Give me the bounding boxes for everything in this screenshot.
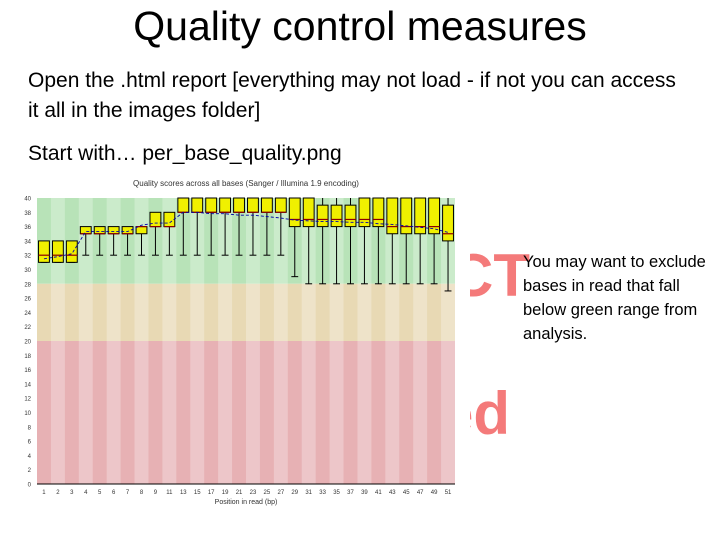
x-tick-label: 43 bbox=[389, 490, 396, 496]
x-tick-label: 45 bbox=[403, 490, 410, 496]
x-tick-label: 25 bbox=[264, 490, 271, 496]
box bbox=[65, 240, 78, 263]
box bbox=[414, 197, 427, 235]
box bbox=[247, 197, 259, 213]
x-tick-label: 19 bbox=[222, 490, 229, 496]
x-tick-label: 29 bbox=[291, 490, 298, 496]
box bbox=[93, 226, 106, 235]
x-tick-label: 39 bbox=[361, 490, 368, 496]
y-tick-label: 18 bbox=[24, 354, 31, 360]
slide-title: Quality control measures bbox=[133, 3, 587, 49]
y-tick-label: 12 bbox=[24, 397, 31, 403]
x-tick-label: 41 bbox=[375, 490, 382, 496]
box bbox=[288, 197, 301, 228]
y-tick-label: 36 bbox=[24, 225, 31, 231]
y-tick-label: 14 bbox=[24, 382, 31, 388]
x-tick-label: 35 bbox=[333, 490, 340, 496]
box bbox=[219, 197, 232, 213]
box bbox=[372, 197, 385, 228]
box bbox=[51, 240, 64, 263]
box bbox=[233, 197, 245, 213]
y-tick-label: 10 bbox=[24, 411, 31, 417]
y-tick-label: 34 bbox=[24, 239, 31, 245]
x-axis-label: Position in read (bp) bbox=[215, 499, 278, 506]
x-tick-label: 37 bbox=[347, 490, 354, 496]
y-tick-label: 30 bbox=[24, 268, 31, 274]
box bbox=[302, 197, 315, 228]
box bbox=[163, 211, 176, 228]
side-note: You may want to exclude bases in read th… bbox=[523, 253, 706, 343]
box bbox=[260, 197, 273, 213]
instruction-paragraph: Open the .html report [everything may no… bbox=[28, 69, 676, 122]
y-tick-label: 26 bbox=[24, 297, 31, 303]
y-tick-label: 40 bbox=[24, 197, 31, 203]
box bbox=[79, 226, 92, 235]
box bbox=[107, 226, 120, 235]
chart-title: Quality scores across all bases (Sanger … bbox=[133, 179, 359, 188]
y-tick-label: 16 bbox=[24, 368, 31, 374]
box bbox=[316, 204, 329, 228]
y-tick-label: 22 bbox=[24, 325, 31, 331]
x-tick-label: 51 bbox=[445, 490, 452, 496]
box bbox=[344, 204, 357, 228]
x-tick-label: 21 bbox=[236, 490, 243, 496]
x-tick-label: 11 bbox=[166, 490, 173, 496]
x-tick-label: 15 bbox=[194, 490, 201, 496]
y-tick-label: 24 bbox=[24, 311, 31, 317]
y-tick-label: 20 bbox=[24, 340, 31, 346]
x-tick-label: 49 bbox=[431, 490, 438, 496]
box bbox=[274, 197, 287, 213]
per-base-quality-chart: Quality scores across all bases (Sanger … bbox=[0, 170, 470, 515]
box bbox=[191, 197, 204, 213]
x-tick-label: 13 bbox=[180, 490, 187, 496]
box bbox=[330, 204, 343, 228]
box bbox=[400, 197, 413, 235]
x-tick-label: 27 bbox=[277, 490, 284, 496]
start-with-paragraph: Start with… per_base_quality.png bbox=[28, 142, 342, 165]
x-tick-label: 47 bbox=[417, 490, 424, 496]
y-tick-label: 28 bbox=[24, 282, 31, 288]
x-tick-label: 17 bbox=[208, 490, 215, 496]
box bbox=[135, 226, 148, 235]
y-tick-label: 38 bbox=[24, 211, 31, 217]
y-tick-label: 32 bbox=[24, 254, 31, 260]
x-tick-label: 31 bbox=[305, 490, 312, 496]
box bbox=[205, 197, 218, 213]
box bbox=[38, 240, 50, 263]
box bbox=[386, 197, 399, 235]
box bbox=[149, 211, 162, 228]
box bbox=[177, 197, 190, 213]
x-tick-label: 33 bbox=[319, 490, 326, 496]
x-tick-label: 23 bbox=[250, 490, 257, 496]
box bbox=[442, 204, 454, 242]
